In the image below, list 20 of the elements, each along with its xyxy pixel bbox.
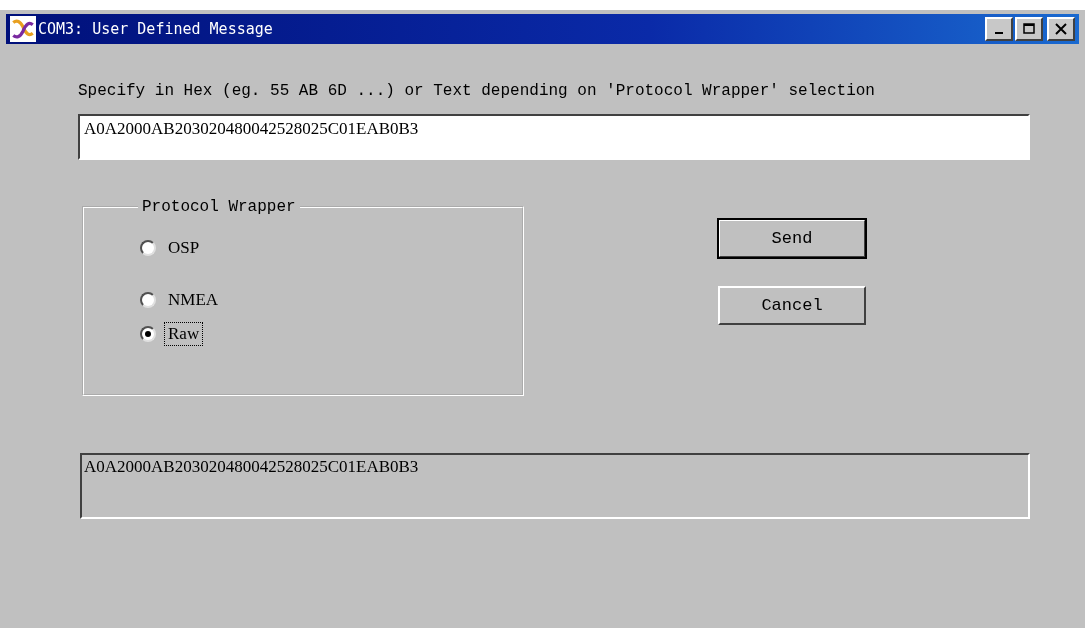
minimize-button[interactable] — [985, 17, 1013, 41]
window-title: COM3: User Defined Message — [38, 20, 274, 38]
instruction-text: Specify in Hex (eg. 55 AB 6D ...) or Text depending on 'Protocol Wrapper' selection — [78, 82, 876, 100]
radio-button[interactable] — [140, 326, 156, 342]
close-button[interactable] — [1047, 17, 1075, 41]
message-input[interactable]: A0A2000AB203020480042528025C01EAB0B3 — [78, 114, 1030, 160]
radio-button[interactable] — [140, 240, 156, 256]
app-icon — [10, 16, 36, 42]
group-title: Protocol Wrapper — [141, 198, 297, 216]
send-button[interactable]: Send — [718, 219, 866, 258]
close-icon — [1053, 22, 1069, 36]
output-box: A0A2000AB203020480042528025C01EAB0B3 — [80, 453, 1030, 519]
radio-label[interactable]: NMEA — [164, 288, 223, 312]
minimize-icon — [995, 32, 1003, 34]
radio-label[interactable]: Raw — [164, 322, 204, 346]
maximize-icon — [1021, 22, 1037, 36]
maximize-button[interactable] — [1015, 17, 1043, 41]
cancel-button[interactable]: Cancel — [718, 286, 866, 325]
radio-label[interactable]: OSP — [164, 236, 204, 260]
radio-button[interactable] — [140, 292, 156, 308]
